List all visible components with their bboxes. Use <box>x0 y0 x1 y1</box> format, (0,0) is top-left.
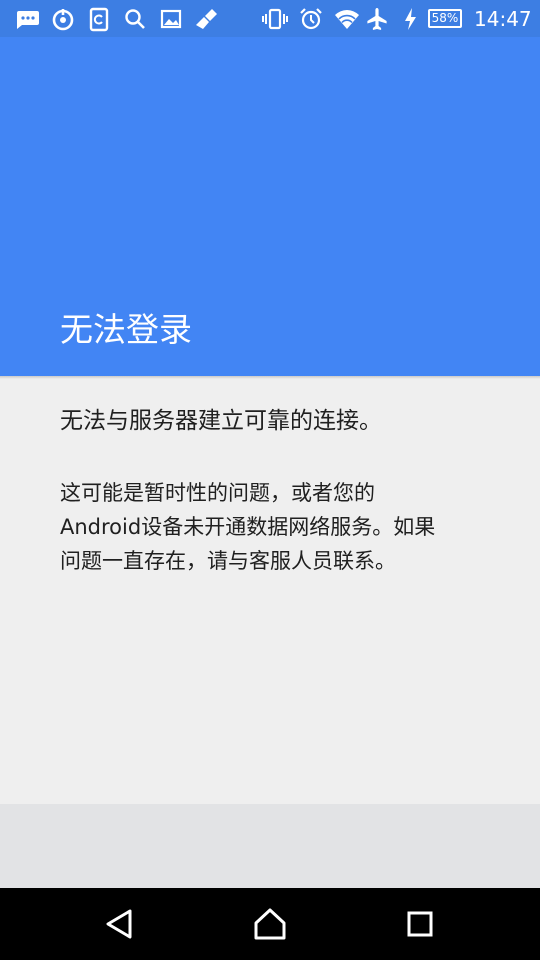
search-icon <box>122 6 148 32</box>
button-bar <box>0 804 540 888</box>
error-detail: 这可能是暂时性的问题，或者您的 Android设备未开通数据网络服务。如果 问题… <box>60 476 500 578</box>
sync-icon <box>50 6 76 32</box>
content-area <box>0 379 540 804</box>
detail-line: 问题一直存在，请与客服人员联系。 <box>60 549 396 573</box>
image-icon <box>158 6 184 32</box>
status-bar: 58% 14:47 <box>0 0 540 37</box>
detail-line: Android设备未开通数据网络服务。如果 <box>60 515 436 539</box>
wifi-icon <box>334 6 360 32</box>
detail-line: 这可能是暂时性的问题，或者您的 <box>60 481 375 505</box>
alarm-icon <box>298 6 324 32</box>
error-message: 无法与服务器建立可靠的连接。 <box>60 408 382 434</box>
vibrate-icon <box>262 6 288 32</box>
home-icon[interactable] <box>250 904 290 944</box>
messages-icon <box>14 6 40 32</box>
charging-icon <box>402 6 418 32</box>
battery-indicator: 58% <box>428 9 462 28</box>
airplane-icon <box>364 6 390 32</box>
page-title: 无法登录 <box>60 310 192 349</box>
back-icon[interactable] <box>100 904 140 944</box>
navigation-bar <box>0 888 540 960</box>
clipboard-icon <box>86 6 112 32</box>
status-time: 14:47 <box>474 7 532 31</box>
clean-icon <box>194 6 220 32</box>
recents-icon[interactable] <box>400 904 440 944</box>
